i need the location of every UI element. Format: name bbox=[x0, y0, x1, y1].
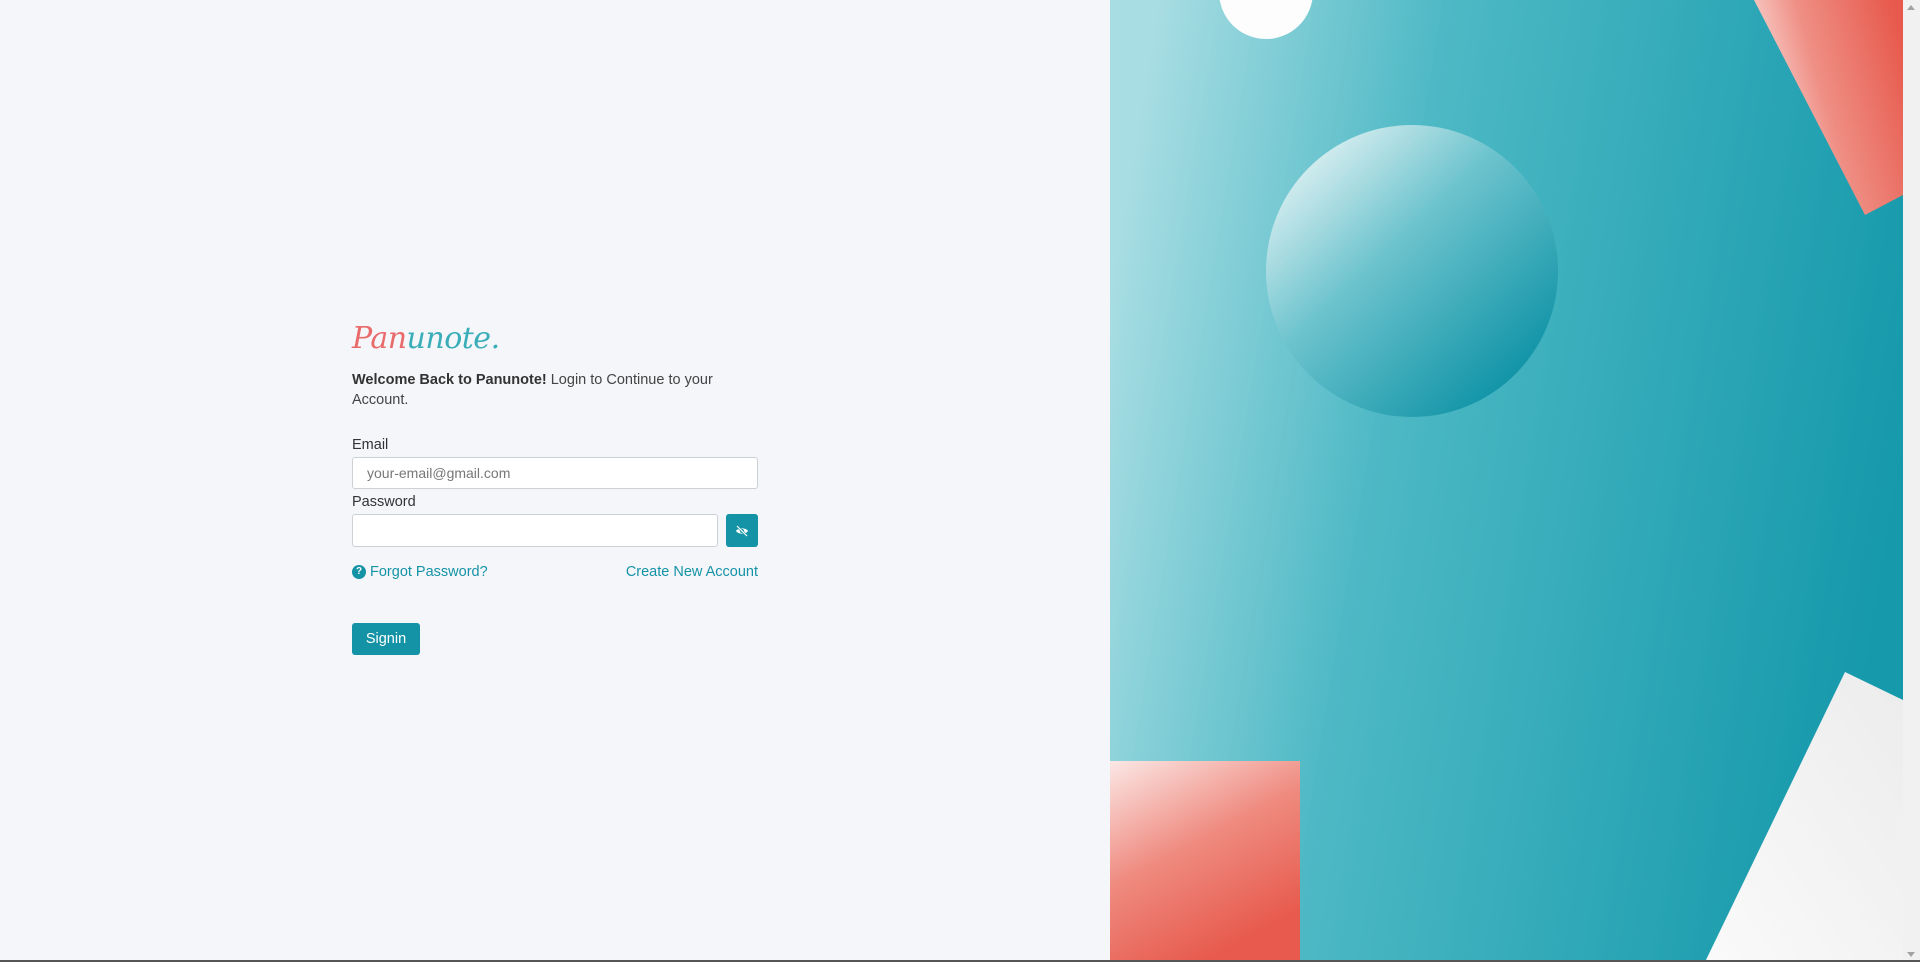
forgot-password-label: Forgot Password? bbox=[370, 564, 488, 580]
page-scrollbar[interactable] bbox=[1903, 0, 1920, 962]
scroll-down-icon[interactable] bbox=[1907, 952, 1915, 957]
login-form: Panunote. Welcome Back to Panunote! Logi… bbox=[352, 322, 758, 655]
password-field[interactable] bbox=[352, 514, 718, 547]
auth-links: ? Forgot Password? Create New Account bbox=[352, 563, 758, 581]
forgot-password-link[interactable]: ? Forgot Password? bbox=[352, 563, 488, 581]
login-pane: Panunote. Welcome Back to Panunote! Logi… bbox=[0, 0, 1110, 962]
decorative-artwork bbox=[1110, 0, 1903, 962]
toggle-password-button[interactable] bbox=[726, 514, 758, 547]
eye-slash-icon bbox=[735, 524, 749, 537]
password-label: Password bbox=[352, 494, 416, 510]
signin-button[interactable]: Signin bbox=[352, 623, 420, 655]
scroll-up-icon[interactable] bbox=[1907, 5, 1915, 10]
email-label: Email bbox=[352, 437, 389, 453]
panunote-logo: Panunote. bbox=[352, 321, 500, 356]
question-circle-icon: ? bbox=[352, 565, 366, 579]
email-field[interactable] bbox=[352, 457, 758, 489]
abstract-shapes-illustration bbox=[1110, 0, 1903, 962]
create-account-link[interactable]: Create New Account bbox=[626, 563, 758, 581]
welcome-message: Welcome Back to Panunote! Login to Conti… bbox=[352, 370, 758, 410]
password-row bbox=[352, 514, 758, 547]
welcome-bold: Welcome Back to Panunote! bbox=[352, 372, 547, 388]
